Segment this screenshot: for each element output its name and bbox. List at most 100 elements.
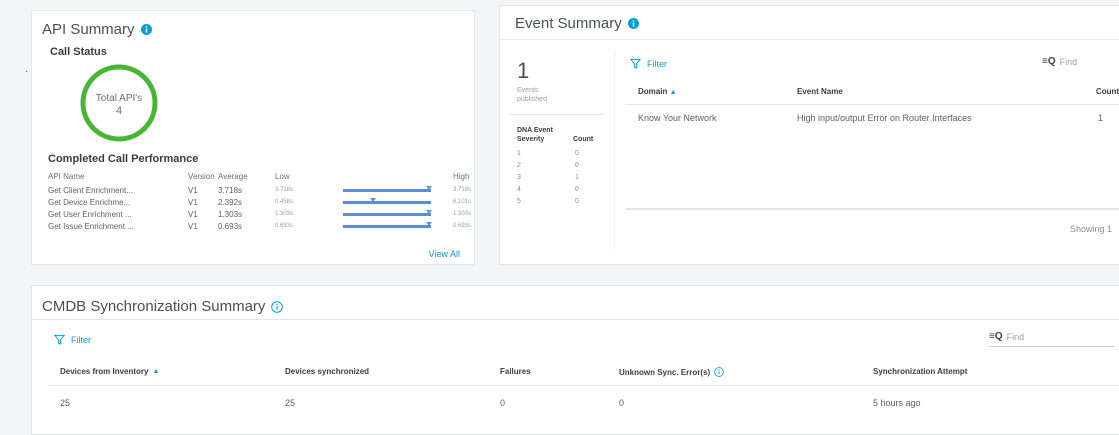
average-marker — [369, 198, 376, 202]
header-high: High — [453, 172, 470, 181]
event-find-input[interactable]: ≡Q Find — [1042, 56, 1077, 67]
api-version: V1 — [188, 222, 198, 231]
info-outline-icon[interactable] — [714, 367, 724, 377]
cmdb-filter-label: Filter — [71, 334, 91, 345]
view-all-link[interactable]: View All — [429, 249, 460, 259]
devices-inventory-header-label: Devices from Inventory — [60, 367, 149, 376]
total-apis-label: Total API's — [95, 93, 143, 104]
event-summary-title-text: Event Summary — [515, 15, 622, 32]
cmdb-find-input[interactable]: ≡Q Find — [989, 331, 1115, 347]
range-bar — [343, 210, 433, 216]
api-version: V1 — [188, 210, 198, 219]
info-outline-icon[interactable] — [271, 300, 284, 313]
event-name-link[interactable]: High input/output Error on Router Interf… — [797, 113, 972, 123]
severity-level: 1 — [517, 150, 521, 157]
api-low: 0.693s — [275, 223, 294, 229]
unknown-errors-header-label: Unknown Sync. Error(s) — [619, 367, 711, 377]
events-published-count: 1 — [517, 58, 530, 83]
completed-call-performance-title: Completed Call Performance — [48, 153, 199, 165]
severity-header-line1: DNA Event — [517, 127, 553, 134]
severity-level: 4 — [517, 186, 521, 193]
find-icon: ≡Q — [1042, 56, 1056, 67]
api-average: 2.392s — [218, 198, 243, 207]
severity-level: 3 — [517, 174, 521, 181]
cmdb-summary-card: CMDB Synchronization Summary Filter ≡Q F… — [31, 285, 1119, 435]
header-api-name: API Name — [48, 172, 85, 181]
showing-count: Showing 1 — [1070, 224, 1113, 234]
event-filter-label: Filter — [647, 58, 667, 69]
average-marker — [426, 222, 433, 226]
api-version: V1 — [188, 198, 198, 207]
average-marker — [426, 210, 433, 214]
event-summary-card: Event Summary 1 Events published DNA Eve… — [499, 5, 1119, 265]
event-summary-title: Event Summary — [515, 15, 639, 32]
table-footer-divider — [625, 208, 1119, 210]
severity-count: 0 — [575, 150, 579, 157]
api-summary-title: API Summary — [42, 21, 152, 38]
total-apis: Total API's 4 — [79, 93, 159, 117]
cmdb-find-placeholder: Find — [1006, 331, 1025, 342]
info-icon[interactable] — [140, 24, 152, 35]
count-column-header[interactable]: Count — [1096, 87, 1119, 96]
header-divider — [500, 39, 1119, 40]
event-filter-button[interactable]: Filter — [630, 58, 667, 69]
severity-count: 0 — [575, 186, 579, 193]
severity-count: 0 — [575, 162, 579, 169]
api-low: 3.718s — [275, 187, 294, 193]
range-bar — [343, 186, 433, 192]
event-count: 1 — [1098, 113, 1104, 123]
header-divider — [32, 319, 1119, 320]
event-domain: Know Your Network — [638, 113, 717, 123]
header-low: Low — [275, 172, 290, 181]
range-bar — [343, 198, 431, 204]
severity-level: 2 — [517, 162, 521, 169]
severity-count-header: Count — [573, 136, 594, 143]
severity-count: 0 — [575, 198, 579, 205]
api-average: 3.718s — [218, 186, 243, 195]
api-average: 1.303s — [218, 210, 243, 219]
api-high: 3.718s — [453, 187, 472, 193]
devices-synced-value: 25 — [285, 398, 296, 408]
cmdb-filter-button[interactable]: Filter — [54, 334, 91, 345]
severity-table-header: DNA Event Severity — [517, 126, 553, 144]
failures-column-header[interactable]: Failures — [500, 367, 531, 376]
api-summary-card: API Summary Call Status Total API's 4 Co… — [31, 10, 475, 265]
events-published-label: Events published — [517, 86, 547, 104]
domain-column-header[interactable]: Domain ▲ — [638, 87, 677, 96]
sort-asc-icon: ▲ — [152, 368, 160, 375]
api-summary-title-text: API Summary — [42, 21, 135, 38]
header-average: Average — [218, 172, 248, 181]
average-marker — [426, 186, 433, 190]
api-name: Get Device Enrichme... — [48, 198, 131, 207]
devices-inventory-value: 25 — [60, 398, 71, 408]
api-high: 6.101s — [453, 199, 472, 205]
call-status-title: Call Status — [50, 46, 107, 58]
filter-icon — [630, 58, 641, 69]
sync-attempt-value: 5 hours ago — [873, 398, 921, 408]
devices-synced-column-header[interactable]: Devices synchronized — [285, 367, 369, 376]
api-high: 1.303s — [453, 211, 472, 217]
events-label-line2: published — [517, 96, 547, 103]
api-low: 1.303s — [275, 211, 294, 217]
event-find-placeholder: Find — [1059, 56, 1078, 67]
total-apis-value: 4 — [115, 105, 123, 117]
cmdb-summary-title-text: CMDB Synchronization Summary — [42, 298, 266, 315]
severity-header-line2: Severity — [517, 136, 545, 143]
domain-header-label: Domain — [638, 87, 668, 96]
api-low: 0.458s — [275, 199, 294, 205]
api-average: 0.693s — [218, 222, 243, 231]
table-header-divider — [625, 104, 1119, 105]
info-icon[interactable] — [627, 18, 639, 29]
event-name-column-header[interactable]: Event Name — [797, 87, 843, 96]
events-label-line1: Events — [517, 87, 539, 94]
unknown-errors-column-header[interactable]: Unknown Sync. Error(s) — [619, 367, 724, 377]
section-divider — [614, 50, 615, 250]
divider — [510, 114, 605, 115]
filter-icon — [54, 334, 65, 345]
devices-inventory-column-header[interactable]: Devices from Inventory ▲ — [60, 367, 159, 376]
severity-count: 1 — [575, 174, 579, 181]
severity-level: 5 — [517, 198, 521, 205]
api-name: Get Issue Enrichment ... — [48, 222, 134, 231]
sync-attempt-column-header[interactable]: Synchronization Attempt — [873, 367, 967, 376]
api-version: V1 — [188, 186, 198, 195]
